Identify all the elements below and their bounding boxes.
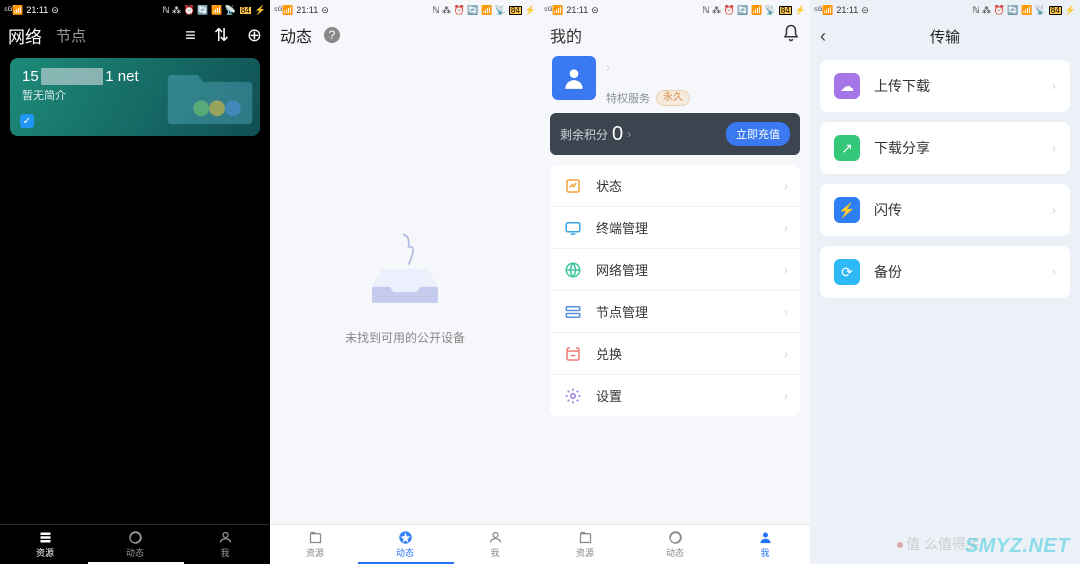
card-hidden: 0000 000 <box>41 68 104 85</box>
page-title: 我的 <box>550 23 582 47</box>
chevron-right-icon: › <box>1052 141 1056 155</box>
cloud-icon: ☁ <box>834 73 860 99</box>
check-icon: ✓ <box>20 114 34 128</box>
menu-icon[interactable]: ≡ <box>185 26 196 44</box>
chevron-right-icon: › <box>784 347 788 361</box>
chevron-right-icon: › <box>784 389 788 403</box>
header: 我的 <box>540 20 810 50</box>
vip-badge: 永久 <box>656 90 690 106</box>
menu-label: 终端管理 <box>596 218 648 237</box>
menu-label: 兑换 <box>596 344 622 363</box>
item-label: 下载分享 <box>874 138 930 158</box>
nav-me[interactable]: 我 <box>720 525 810 564</box>
nav-dynamic[interactable]: 动态 <box>360 525 450 564</box>
settings-icon <box>562 387 584 405</box>
transfer-item-cloud[interactable]: ☁ 上传下载 › <box>820 60 1070 112</box>
back-icon[interactable]: ‹ <box>820 26 826 47</box>
chevron-right-icon: › <box>784 221 788 235</box>
screen-mine: ⁵ᴳ📶21:11⊝ ℕ ⁂ ⏰ 🔄 📶 📡84⚡ 我的 › 特权服务 永久 剩余… <box>540 0 810 564</box>
nav-resource[interactable]: 资源 <box>0 525 90 564</box>
screen-network: ⁵ᴳ📶21:11⊝ ℕ ⁂ ⏰ 🔄 📶 📡84⚡ 网络 节点 ≡ ⇅ ⊕ 15 … <box>0 0 270 564</box>
status-bar: ⁵ᴳ📶21:11⊝ ℕ ⁂ ⏰ 🔄 📶 📡84⚡ <box>270 0 540 20</box>
transfer-item-flash[interactable]: ⚡ 闪传 › <box>820 184 1070 236</box>
inbox-illustration <box>350 229 460 309</box>
help-icon[interactable]: ? <box>324 27 340 43</box>
menu-item-node[interactable]: 节点管理 › <box>550 290 800 332</box>
bell-icon[interactable] <box>782 24 800 47</box>
page-title: 动态 <box>280 23 312 47</box>
card-subtitle: 暂无简介 <box>22 87 248 103</box>
bottom-nav: 资源 动态 我 <box>540 524 810 564</box>
points-bar[interactable]: 剩余积分 0 › 立即充值 <box>550 113 800 155</box>
status-bar: ⁵ᴳ📶21:11⊝ ℕ ⁂ ⏰ 🔄 📶 📡84⚡ <box>0 0 270 20</box>
tab-network[interactable]: 网络 <box>8 23 42 48</box>
chevron-right-icon: › <box>1052 265 1056 279</box>
status-bar: ⁵ᴳ📶21:11⊝ ℕ ⁂ ⏰ 🔄 📶 📡84⚡ <box>540 0 810 20</box>
menu-label: 节点管理 <box>596 302 648 321</box>
points-label: 剩余积分 <box>560 126 608 143</box>
header: 动态 ? <box>270 20 540 50</box>
points-value: 0 <box>608 123 627 146</box>
menu-label: 设置 <box>596 386 622 405</box>
chevron-right-icon: › <box>784 179 788 193</box>
add-icon[interactable]: ⊕ <box>247 26 262 44</box>
vip-label: 特权服务 <box>606 90 650 106</box>
menu-item-network[interactable]: 网络管理 › <box>550 248 800 290</box>
menu-label: 状态 <box>596 176 622 195</box>
avatar <box>552 56 596 100</box>
item-label: 上传下载 <box>874 76 930 96</box>
nav-resource[interactable]: 资源 <box>540 525 630 564</box>
status-bar: ⁵ᴳ📶21:11⊝ ℕ ⁂ ⏰ 🔄 📶 📡84⚡ <box>810 0 1080 20</box>
empty-text: 未找到可用的公开设备 <box>345 329 465 346</box>
network-icon <box>562 261 584 279</box>
page-title: 传输 <box>930 26 960 47</box>
menu-item-terminal[interactable]: 终端管理 › <box>550 206 800 248</box>
chevron-right-icon: › <box>784 305 788 319</box>
node-icon <box>562 303 584 321</box>
item-label: 备份 <box>874 262 902 282</box>
tabs-row: 网络 节点 ≡ ⇅ ⊕ <box>0 20 270 50</box>
chevron-right-icon: › <box>784 263 788 277</box>
bottom-nav: 资源 动态 我 <box>270 524 540 564</box>
transfer-item-backup[interactable]: ⟳ 备份 › <box>820 246 1070 298</box>
flash-icon: ⚡ <box>834 197 860 223</box>
share-icon: ↗ <box>834 135 860 161</box>
nav-dynamic[interactable]: 动态 <box>630 525 720 564</box>
menu-list: 状态 › 终端管理 › 网络管理 › 节点管理 › 兑换 › 设置 › <box>550 165 800 416</box>
menu-item-status[interactable]: 状态 › <box>550 165 800 206</box>
profile-zone[interactable]: › 特权服务 永久 <box>540 50 810 106</box>
sort-icon[interactable]: ⇅ <box>214 26 229 44</box>
chevron-right-icon: › <box>627 127 631 141</box>
nav-dynamic[interactable]: 动态 <box>90 525 180 564</box>
exchange-icon <box>562 345 584 363</box>
tab-node[interactable]: 节点 <box>56 25 86 46</box>
screen-transfer: ⁵ᴳ📶21:11⊝ ℕ ⁂ ⏰ 🔄 📶 📡84⚡ ‹ 传输 ☁ 上传下载 › ↗ 下载分… <box>810 0 1080 564</box>
chevron-right-icon: › <box>606 60 610 74</box>
item-label: 闪传 <box>874 200 902 220</box>
status-icon <box>562 177 584 195</box>
transfer-item-share[interactable]: ↗ 下载分享 › <box>820 122 1070 174</box>
nav-me[interactable]: 我 <box>450 525 540 564</box>
bottom-nav: 资源 动态 我 <box>0 524 270 564</box>
menu-label: 网络管理 <box>596 260 648 279</box>
nav-me[interactable]: 我 <box>180 525 270 564</box>
chevron-right-icon: › <box>1052 203 1056 217</box>
chevron-right-icon: › <box>1052 79 1056 93</box>
charge-button[interactable]: 立即充值 <box>726 122 790 146</box>
empty-state: 未找到可用的公开设备 <box>270 50 540 524</box>
transfer-list: ☁ 上传下载 › ↗ 下载分享 › ⚡ 闪传 › ⟳ 备份 › <box>810 52 1080 298</box>
card-suffix: 1 net <box>105 68 138 85</box>
backup-icon: ⟳ <box>834 259 860 285</box>
header: ‹ 传输 <box>810 20 1080 52</box>
menu-item-settings[interactable]: 设置 › <box>550 374 800 416</box>
screen-dynamic: ⁵ᴳ📶21:11⊝ ℕ ⁂ ⏰ 🔄 📶 📡84⚡ 动态 ? 未找到可用的公开设备… <box>270 0 540 564</box>
nav-resource[interactable]: 资源 <box>270 525 360 564</box>
network-card[interactable]: 15 0000 000 1 net 暂无简介 ✓ <box>10 58 260 136</box>
card-prefix: 15 <box>22 68 39 85</box>
terminal-icon <box>562 219 584 237</box>
menu-item-exchange[interactable]: 兑换 › <box>550 332 800 374</box>
